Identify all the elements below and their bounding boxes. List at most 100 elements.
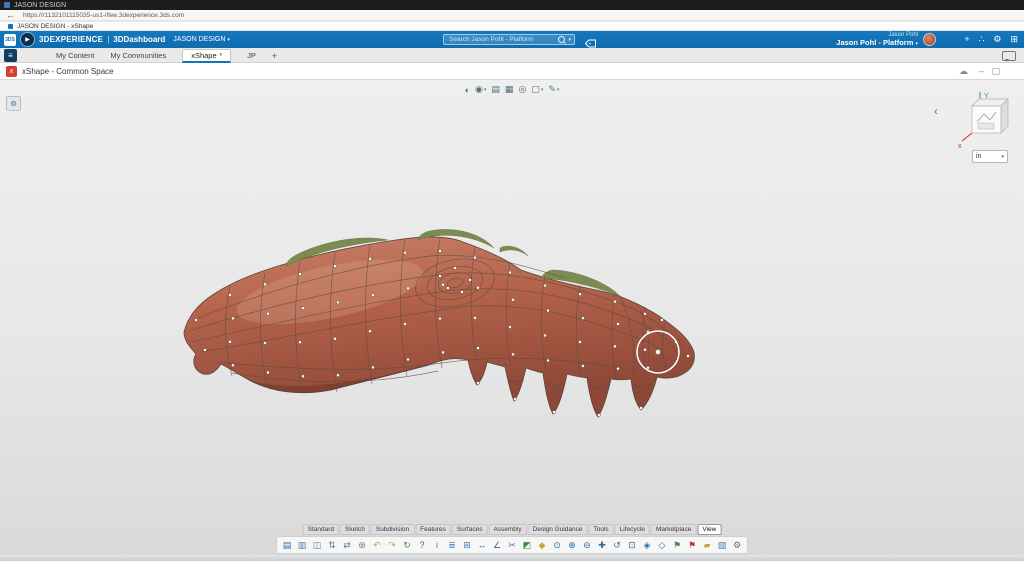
compass-play-icon[interactable]: ▶: [20, 32, 35, 47]
info-icon[interactable]: i: [430, 538, 444, 552]
action-bar-toolbar: ▤▥◫⇅⇄⊚↶↷↻?i≣⊞↔∠✂◩◆⊙⊕⊖✚↺⊡◈◇⚑⚑▰▧⚙: [276, 536, 748, 554]
dashboard-tab-xshape[interactable]: xShape▾: [182, 49, 231, 63]
action-tab-sketch[interactable]: Sketch: [340, 524, 370, 535]
dashboard-tab-jp[interactable]: JP: [247, 51, 256, 60]
tab-label: xShape: [191, 51, 216, 60]
minimize-icon[interactable]: –: [979, 66, 984, 76]
capture-icon: ◎: [518, 84, 526, 95]
browser-app-icon: [4, 2, 10, 8]
hamburger-menu-icon[interactable]: ≡: [4, 49, 17, 62]
fit-icon[interactable]: ⊡: [625, 538, 639, 552]
fullscreen-icon[interactable]: ▢: [991, 66, 1000, 77]
action-tab-design-guidance[interactable]: Design Guidance: [528, 524, 588, 535]
3d-viewport[interactable]: ⊚ ◐◉▾▤▦◎▢▾✎▾ ‹ Y x in ▾ StandardSketchSu…: [0, 80, 1024, 561]
save-icon[interactable]: ▤: [280, 538, 294, 552]
axis-x-label: x: [958, 143, 962, 150]
tab-label: My Content: [56, 51, 94, 60]
angle-icon[interactable]: ∠: [490, 538, 504, 552]
view-mode-icon[interactable]: ◉▾: [475, 84, 486, 95]
window-title: JASON DESIGN: [14, 2, 66, 9]
save-as-icon[interactable]: ▥: [295, 538, 309, 552]
action-tab-lifecycle[interactable]: Lifecycle: [615, 524, 650, 535]
avatar[interactable]: [923, 33, 936, 46]
units-dropdown[interactable]: in ▾: [972, 150, 1008, 163]
browser-navbar: ← https://r1132101115035-us1-iflee.3dexp…: [0, 10, 1024, 21]
search-input[interactable]: [447, 35, 558, 44]
chevron-down-icon: ▾: [557, 87, 560, 93]
print-icon[interactable]: ◫: [310, 538, 324, 552]
3d-model-svg[interactable]: [0, 80, 1024, 561]
3ds-logo-icon[interactable]: 3DS: [4, 34, 16, 46]
render-style-icon[interactable]: ◐: [465, 85, 470, 95]
action-tab-tools[interactable]: Tools: [589, 524, 614, 535]
back-icon[interactable]: ←: [6, 11, 15, 20]
chat-bubble-icon[interactable]: [1002, 51, 1016, 61]
table-icon[interactable]: ⊞: [460, 538, 474, 552]
collapse-panel-chevron-icon[interactable]: ‹: [934, 106, 938, 118]
rotate-icon[interactable]: ↺: [610, 538, 624, 552]
iso-icon[interactable]: ◇: [655, 538, 669, 552]
subdivision-model[interactable]: [184, 229, 694, 417]
capture-icon[interactable]: ◎: [518, 84, 526, 95]
settings-icon[interactable]: ⚙: [730, 538, 744, 552]
user-menu[interactable]: Jason Pohl Jason Pohl - Platform ▾: [836, 32, 918, 47]
views-icon[interactable]: ◈: [640, 538, 654, 552]
xshape-app-icon: x: [6, 66, 17, 77]
robot-icon[interactable]: ⊚: [355, 538, 369, 552]
flag-green-icon[interactable]: ⚑: [670, 538, 684, 552]
brand-block: 3DS ▶ 3DEXPERIENCE | 3DDashboard JASON D…: [4, 31, 230, 48]
browser-bookmark-row: JASON DESIGN - xShape: [0, 22, 1024, 31]
dashboard-tab-bar: ≡ My Content My Communities xShape▾ JP +: [0, 48, 1024, 63]
tenant-menu[interactable]: JASON DESIGN ▾: [173, 36, 230, 43]
action-tab-view[interactable]: View: [697, 524, 721, 535]
sync-cloud-icon[interactable]: ☁: [959, 66, 968, 77]
cut-icon[interactable]: ✂: [505, 538, 519, 552]
action-tab-standard[interactable]: Standard: [303, 524, 339, 535]
material-icon[interactable]: ◩: [520, 538, 534, 552]
view-cube[interactable]: Y x: [956, 90, 1014, 155]
add-icon[interactable]: +: [964, 33, 969, 46]
dashboard-tab-my-communities[interactable]: My Communities: [110, 51, 166, 60]
tools-icon[interactable]: ⚙: [993, 33, 1001, 46]
import-icon[interactable]: ⇄: [340, 538, 354, 552]
pan-icon[interactable]: ✚: [595, 538, 609, 552]
app-window-title: xShape - Common Space: [22, 67, 114, 76]
zoom-out-icon[interactable]: ⊖: [580, 538, 594, 552]
action-tab-features[interactable]: Features: [415, 524, 451, 535]
url-text[interactable]: https://r1132101115035-us1-iflee.3dexper…: [23, 12, 184, 19]
view-mode-icon: ◉: [475, 84, 483, 95]
action-tab-marketplace[interactable]: Marketplace: [651, 524, 696, 535]
anchor-icon[interactable]: ◆: [535, 538, 549, 552]
display-icon: ▢: [531, 84, 540, 95]
share-icon[interactable]: ∴: [979, 33, 985, 46]
search-icon[interactable]: ⊙: [550, 538, 564, 552]
layers2-icon[interactable]: ▧: [715, 538, 729, 552]
update-icon[interactable]: ↻: [400, 538, 414, 552]
action-tab-surfaces[interactable]: Surfaces: [452, 524, 488, 535]
tenant-label: JASON DESIGN: [173, 36, 225, 43]
user-platform-label: Jason Pohl - Platform: [836, 38, 913, 47]
measure-icon[interactable]: ↔: [475, 538, 489, 552]
search-icon[interactable]: [558, 36, 565, 43]
section-icon[interactable]: ▤: [491, 84, 500, 95]
sketch-icon[interactable]: ✎▾: [548, 84, 559, 95]
list-icon[interactable]: ≣: [445, 538, 459, 552]
undo-icon[interactable]: ↶: [370, 538, 384, 552]
display-icon[interactable]: ▢▾: [531, 84, 543, 95]
compass-icon[interactable]: ⊚: [6, 96, 21, 111]
action-tab-assembly[interactable]: Assembly: [488, 524, 526, 535]
new-tab-button[interactable]: +: [272, 51, 277, 61]
help-icon[interactable]: ?: [415, 538, 429, 552]
redo-icon[interactable]: ↷: [385, 538, 399, 552]
bookmark-label[interactable]: JASON DESIGN - xShape: [17, 23, 93, 30]
apps-icon[interactable]: ⊞: [1010, 33, 1018, 46]
search-scope-caret-icon[interactable]: ▾: [568, 37, 571, 43]
chevron-down-icon: ▾: [541, 87, 544, 93]
zoom-in-icon[interactable]: ⊕: [565, 538, 579, 552]
folder-icon[interactable]: ▰: [700, 538, 714, 552]
flag-red-icon[interactable]: ⚑: [685, 538, 699, 552]
dashboard-tab-my-content[interactable]: My Content: [56, 51, 94, 60]
export-icon[interactable]: ⇅: [325, 538, 339, 552]
layers-icon[interactable]: ▦: [505, 84, 514, 95]
action-tab-subdivision[interactable]: Subdivision: [371, 524, 414, 535]
